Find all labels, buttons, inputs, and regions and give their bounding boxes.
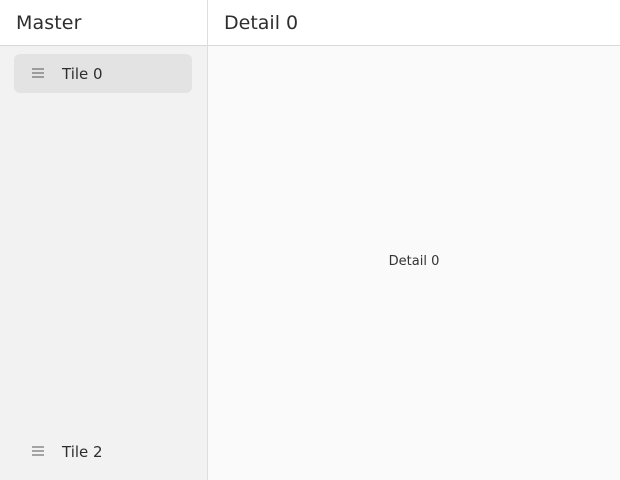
app-window: Master Tile 0 Tile 2 Detail 0 Detail 0: [0, 0, 620, 480]
menu-lines-icon: [14, 446, 62, 457]
menu-lines-icon: [14, 68, 62, 79]
tile-label: Tile 0: [62, 64, 103, 83]
detail-pane: Detail 0 Detail 0: [208, 0, 620, 480]
detail-title: Detail 0: [224, 11, 299, 34]
tile-2[interactable]: Tile 2: [14, 432, 192, 471]
detail-header: Detail 0: [208, 0, 620, 46]
master-header: Master: [0, 0, 207, 46]
detail-body-text: Detail 0: [388, 254, 440, 269]
detail-content: Detail 0: [208, 46, 620, 480]
tile-label: Tile 2: [62, 442, 103, 461]
master-pane: Master Tile 0 Tile 2: [0, 0, 208, 480]
master-title: Master: [16, 11, 82, 34]
tile-0[interactable]: Tile 0: [14, 54, 192, 93]
